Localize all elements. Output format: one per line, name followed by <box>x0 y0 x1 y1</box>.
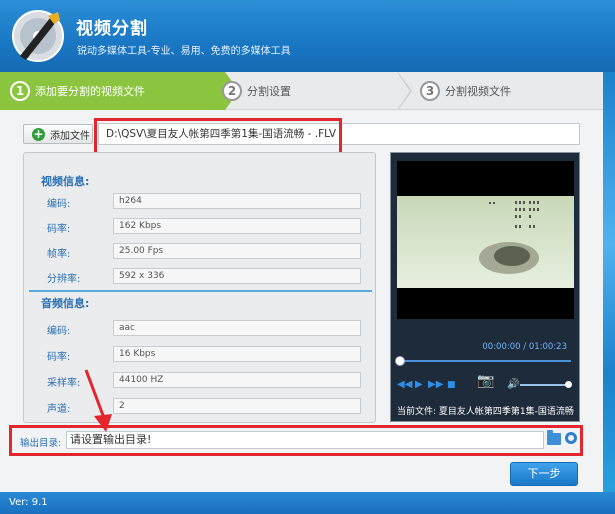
open-folder-icon[interactable] <box>565 432 577 444</box>
app-logo-icon <box>12 10 64 62</box>
video-frame-image <box>397 196 574 288</box>
main-panel: + 添加文件 D:\QSV\夏目友人帐第四季第1集-国语流畅 - .FLV 视频… <box>0 110 603 502</box>
rewind-icon[interactable]: ◀◀ <box>397 379 412 391</box>
video-preview: 00:00:00 / 01:00:23 ◀◀ ▶ ▶▶ ■ 📷 🔊 当前文件: … <box>390 152 580 422</box>
audio-bitrate-value: 16 Kbps <box>113 346 361 362</box>
audio-channels-value: 2 <box>113 398 361 414</box>
video-bitrate-value: 162 Kbps <box>113 218 361 234</box>
volume-slider[interactable] <box>520 384 570 386</box>
step-label: 分割设置 <box>247 85 291 98</box>
output-directory-input[interactable]: 请设置输出目录! <box>66 431 544 449</box>
add-file-button[interactable]: + 添加文件 <box>23 124 93 144</box>
progress-track[interactable] <box>399 360 571 362</box>
progress-handle[interactable] <box>395 356 405 366</box>
step-label: 添加要分割的视频文件 <box>35 85 145 98</box>
video-codec-label: 编码: <box>47 199 71 210</box>
output-directory-label: 输出目录: <box>20 438 62 449</box>
video-resolution-label: 分辨率: <box>47 274 81 285</box>
step-number: 2 <box>222 81 242 101</box>
audio-channels-label: 声道: <box>47 404 71 415</box>
video-resolution-value: 592 x 336 <box>113 268 361 284</box>
step-number: 3 <box>420 81 440 101</box>
camera-icon[interactable]: 📷 <box>477 374 494 388</box>
side-decoration <box>603 72 615 502</box>
stop-icon[interactable]: ■ <box>447 379 456 391</box>
step-label: 分割视频文件 <box>445 85 511 98</box>
folder-icon[interactable] <box>547 430 561 445</box>
version-label: Ver: 9.1 <box>9 497 48 508</box>
title-bar: 视频分割 锐动多媒体工具-专业、易用、免费的多媒体工具 <box>0 0 615 72</box>
media-info-panel: 视频信息: 编码: h264 码率: 162 Kbps 帧率: 25.00 Fp… <box>23 152 376 423</box>
next-step-button[interactable]: 下一步 <box>510 462 578 486</box>
audio-codec-value: aac <box>113 320 361 336</box>
app-subtitle: 锐动多媒体工具-专业、易用、免费的多媒体工具 <box>77 46 291 57</box>
video-fps-label: 帧率: <box>47 249 71 260</box>
audio-info-title: 音频信息: <box>41 297 90 310</box>
audio-samplerate-label: 采样率: <box>47 378 81 389</box>
step-add-file[interactable]: 1 添加要分割的视频文件 <box>0 72 225 110</box>
time-readout: 00:00:00 / 01:00:23 <box>482 342 567 352</box>
step-split-video[interactable]: 3 分割视频文件 <box>420 72 511 110</box>
video-codec-value: h264 <box>113 193 361 209</box>
fast-forward-icon[interactable]: ▶▶ <box>428 379 443 391</box>
play-icon[interactable]: ▶ <box>415 379 423 391</box>
volume-icon[interactable]: 🔊 <box>507 379 519 391</box>
step-split-settings[interactable]: 2 分割设置 <box>222 72 291 110</box>
video-fps-value: 25.00 Fps <box>113 243 361 259</box>
audio-codec-label: 编码: <box>47 326 71 337</box>
audio-samplerate-value: 44100 HZ <box>113 372 361 388</box>
output-directory-row: 输出目录: 请设置输出目录! <box>6 426 583 454</box>
step-bar: 1 添加要分割的视频文件 2 分割设置 3 分割视频文件 <box>0 72 603 110</box>
video-screen[interactable] <box>397 161 574 319</box>
audio-bitrate-label: 码率: <box>47 352 71 363</box>
step-divider <box>397 72 410 110</box>
add-file-label: 添加文件 <box>50 130 90 142</box>
section-divider <box>29 290 372 292</box>
app-title: 视频分割 <box>76 19 148 39</box>
status-bar: Ver: 9.1 <box>0 492 615 514</box>
video-info-title: 视频信息: <box>41 175 90 188</box>
plus-icon: + <box>32 126 45 141</box>
video-bitrate-label: 码率: <box>47 224 71 235</box>
volume-handle[interactable] <box>564 381 572 388</box>
file-path-field[interactable]: D:\QSV\夏目友人帐第四季第1集-国语流畅 - .FLV <box>98 123 580 145</box>
step-number: 1 <box>10 81 30 101</box>
current-file-label: 当前文件: 夏目友人帐第四季第1集-国语流畅 - .FLV <box>397 407 577 417</box>
